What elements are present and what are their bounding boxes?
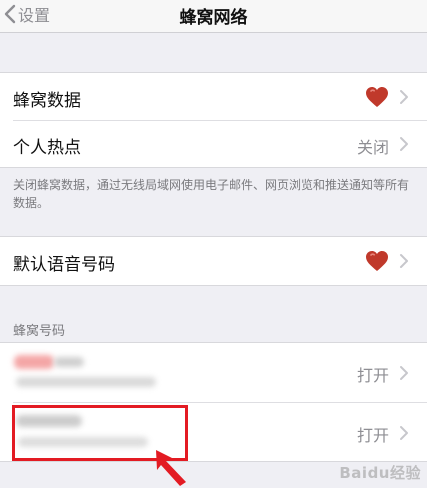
blurred-number-detail xyxy=(16,377,156,387)
section-header-cellular-numbers: 蜂窝号码 xyxy=(13,324,66,339)
page-title: 蜂窝网络 xyxy=(179,8,248,28)
red-arrow-icon xyxy=(156,450,186,486)
blurred-number-label xyxy=(54,357,84,367)
cellular-number-value: 打开 xyxy=(356,426,389,445)
personal-hotspot-label: 个人热点 xyxy=(13,138,81,158)
cellular-data-label: 蜂窝数据 xyxy=(13,91,81,111)
personal-hotspot-row[interactable]: 个人热点 关闭 xyxy=(0,121,427,167)
navigation-bar: 设置 蜂窝网络 xyxy=(0,0,427,33)
chevron-right-icon xyxy=(400,137,408,151)
chevron-right-icon xyxy=(400,90,408,104)
chevron-right-icon xyxy=(400,366,408,380)
blurred-number-label xyxy=(14,355,54,369)
heart-icon xyxy=(366,251,388,271)
heart-icon xyxy=(366,87,388,107)
cellular-number-row-1[interactable]: 打开 xyxy=(0,343,427,401)
cellular-data-row[interactable]: 蜂窝数据 xyxy=(0,73,427,120)
watermark: Baidu经验 xyxy=(339,464,421,482)
cellular-data-footnote: 关闭蜂窝数据，通过无线局域网使用电子邮件、网页浏览和推送通知等所有数据。 xyxy=(13,178,410,210)
cellular-settings-group: 蜂窝数据 个人热点 关闭 xyxy=(0,72,427,168)
chevron-right-icon xyxy=(400,426,408,440)
default-voice-number-row[interactable]: 默认语音号码 xyxy=(0,237,427,285)
chevron-right-icon xyxy=(400,254,408,268)
cellular-number-value: 打开 xyxy=(356,366,389,385)
personal-hotspot-value: 关闭 xyxy=(356,138,389,157)
voice-number-group: 默认语音号码 xyxy=(0,236,427,286)
default-voice-number-label: 默认语音号码 xyxy=(13,255,115,275)
